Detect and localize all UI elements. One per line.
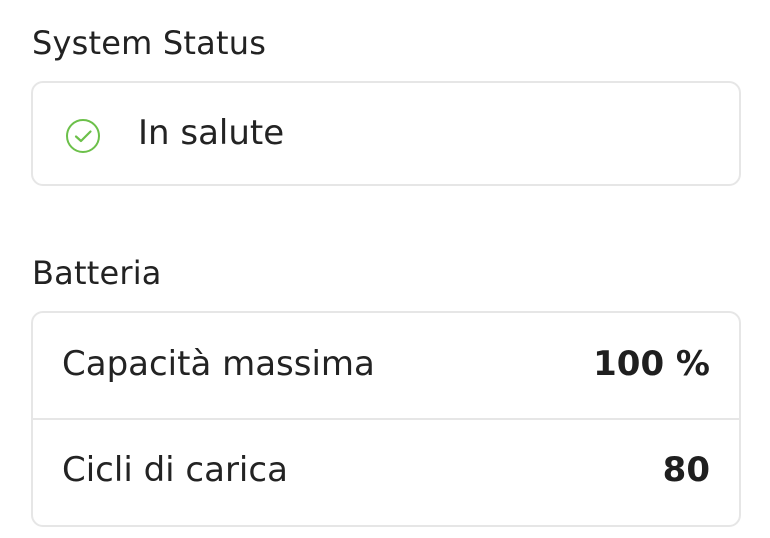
battery-card: Capacità massima 100 % Cicli di carica 8… xyxy=(31,311,741,527)
charge-cycles-label: Cicli di carica xyxy=(62,450,288,490)
battery-title: Batteria xyxy=(32,254,162,292)
max-capacity-label: Capacità massima xyxy=(62,344,375,384)
system-status-card: In salute xyxy=(31,81,741,186)
max-capacity-value: 100 % xyxy=(593,344,710,384)
charge-cycles-row: Cicli di carica 80 xyxy=(33,419,739,525)
status-text: In salute xyxy=(138,113,285,153)
max-capacity-row: Capacità massima 100 % xyxy=(33,313,739,419)
check-circle-icon xyxy=(66,119,100,153)
charge-cycles-value: 80 xyxy=(662,450,710,490)
system-status-title: System Status xyxy=(32,24,267,62)
